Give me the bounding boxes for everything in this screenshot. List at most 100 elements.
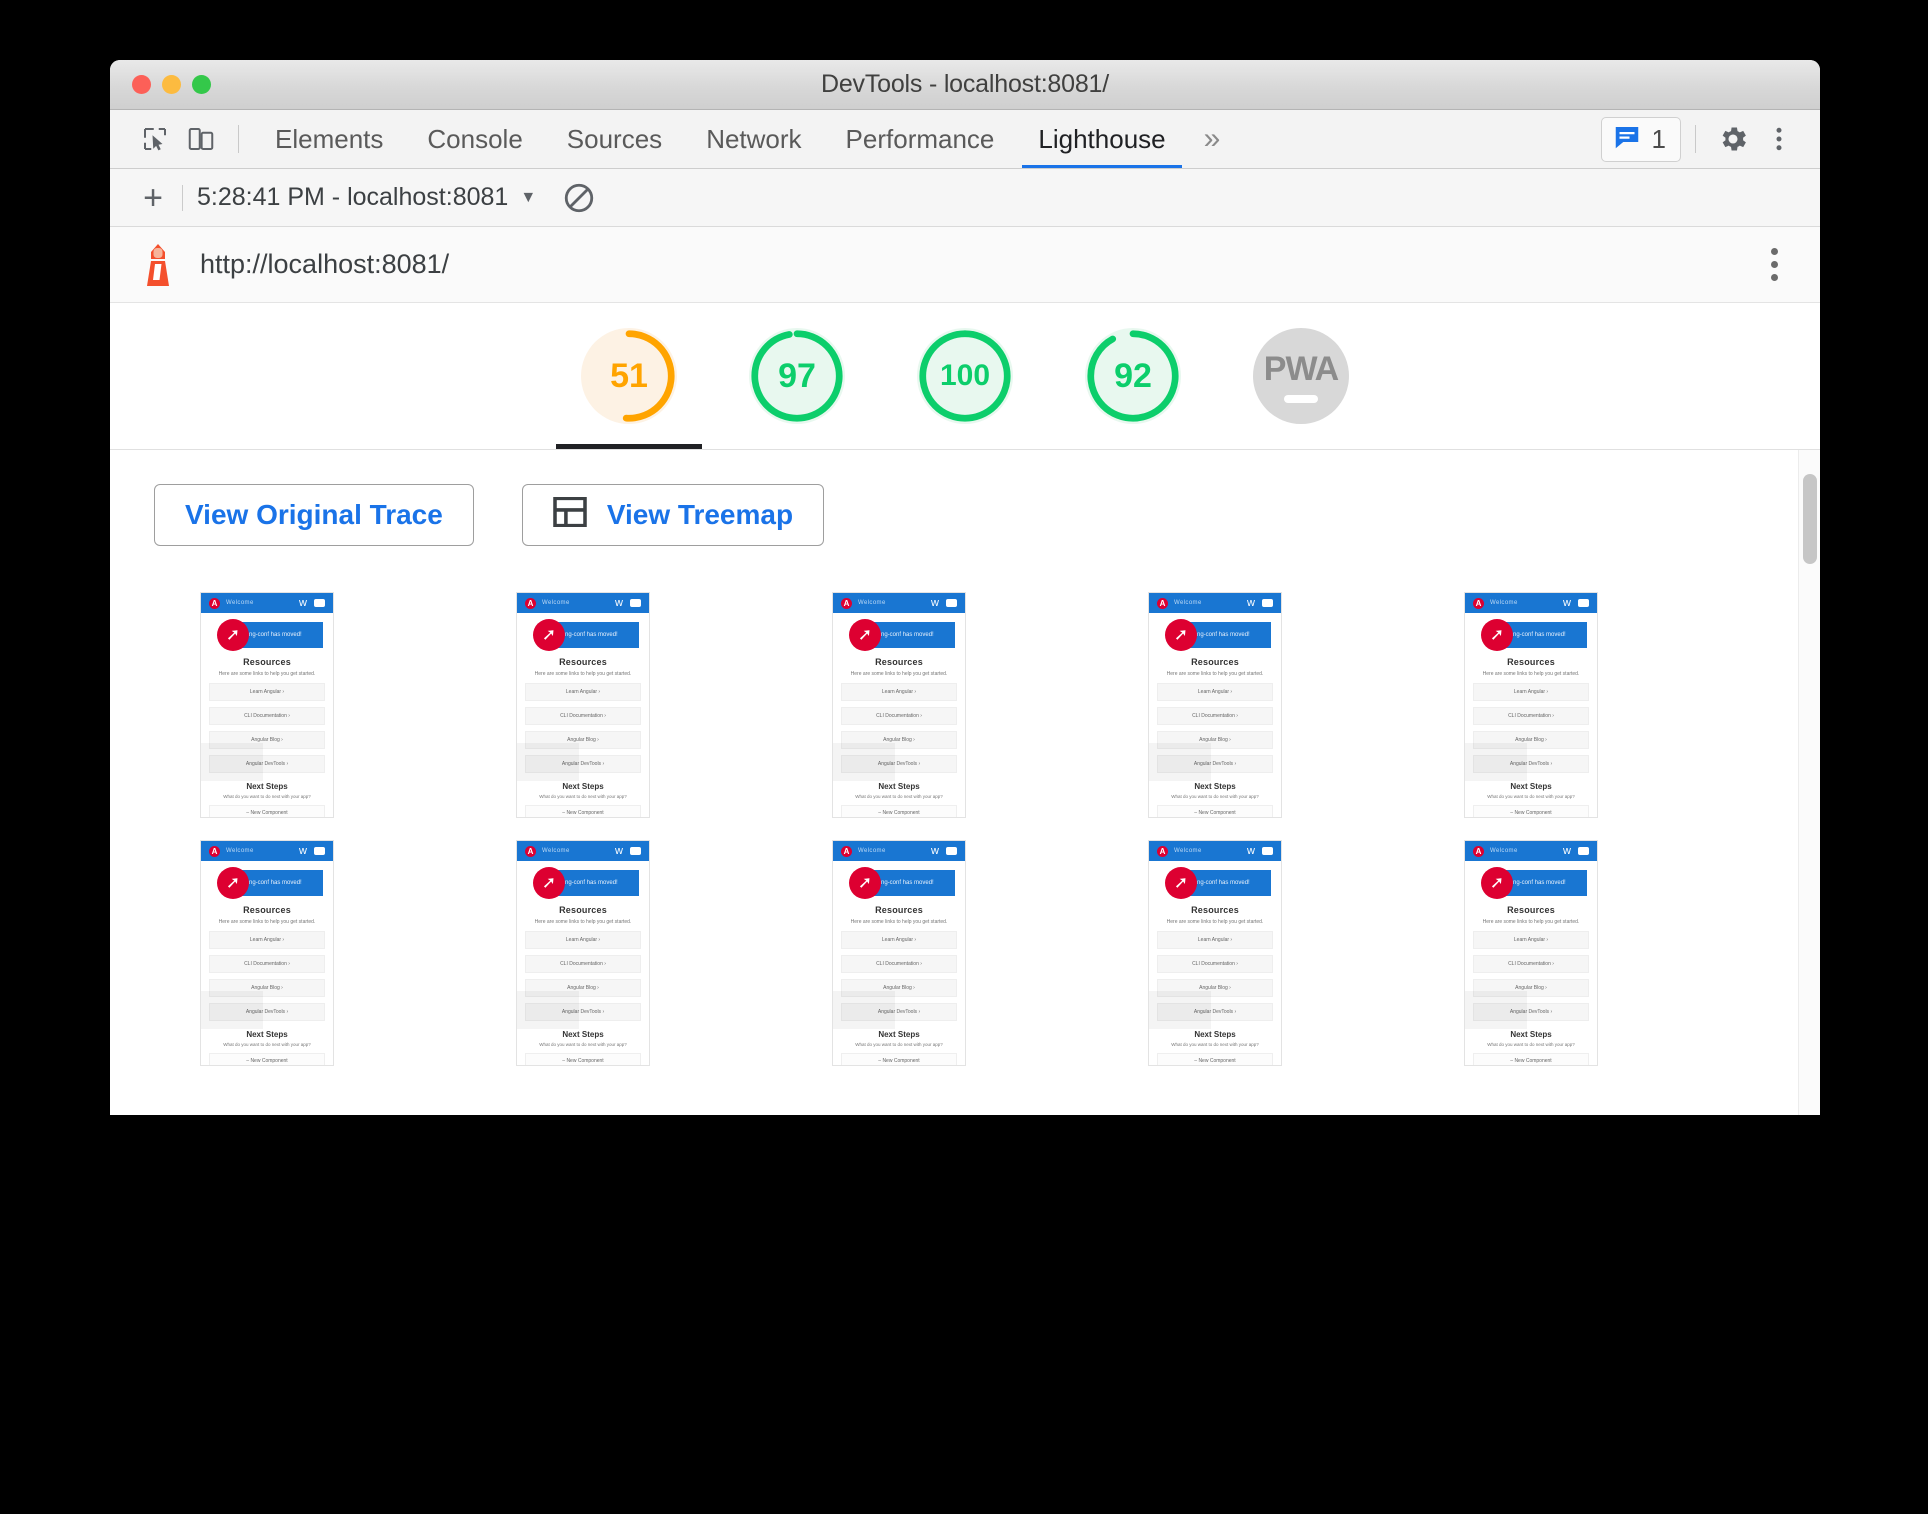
frame-appbar: A Welcome w	[517, 841, 649, 861]
frame-next-card: – New Component	[209, 805, 325, 817]
frame-heading: Resources	[875, 905, 923, 915]
filmstrip-frame[interactable]: A Welcome w ng-conf has moved! ➚ Resources Her…	[1148, 592, 1282, 818]
frame-resource-card: CLI Documentation ›	[209, 955, 325, 973]
frame-next-heading: Next Steps	[1194, 782, 1236, 791]
filmstrip-frame[interactable]: A Welcome w ng-conf has moved! ➚ Resources Her…	[516, 840, 650, 1066]
filmstrip-cell: A Welcome w ng-conf has moved! ➚ Resources Her…	[1148, 840, 1464, 1066]
tab-lighthouse[interactable]: Lighthouse	[1016, 110, 1187, 168]
tab-elements[interactable]: Elements	[253, 110, 405, 168]
view-treemap-button[interactable]: View Treemap	[521, 484, 825, 546]
gauge-accessibility[interactable]: 97	[742, 303, 852, 449]
treemap-icon	[553, 496, 587, 534]
filmstrip-frame[interactable]: A Welcome w ng-conf has moved! ➚ Resources Her…	[1464, 840, 1598, 1066]
filmstrip-cell: A Welcome w ng-conf has moved! ➚ Resources Her…	[832, 840, 1148, 1066]
youtube-icon	[1578, 599, 1589, 607]
frame-resource-card: Learn Angular ›	[1157, 931, 1273, 949]
filmstrip-frame[interactable]: A Welcome w ng-conf has moved! ➚ Resources Her…	[1464, 592, 1598, 818]
frame-heading: Resources	[875, 657, 923, 667]
frame-appbar: A Welcome w	[517, 593, 649, 613]
rocket-icon: ➚	[533, 867, 565, 899]
clear-all-icon[interactable]	[562, 181, 596, 215]
filmstrip-frame[interactable]: A Welcome w ng-conf has moved! ➚ Resources Her…	[1148, 840, 1282, 1066]
chevron-down-icon: ▼	[520, 188, 537, 206]
rocket-icon: ➚	[849, 867, 881, 899]
filmstrip-cell: A Welcome w ng-conf has moved! ➚ Resources Her…	[1464, 840, 1780, 1066]
pwa-null-dash-icon	[1284, 394, 1318, 403]
frame-appbar: A Welcome w	[833, 593, 965, 613]
gauge-best-practices[interactable]: 100	[910, 303, 1020, 449]
frame-shade	[201, 991, 263, 1029]
frame-next-sub: What do you want to do next with your ap…	[1171, 1042, 1259, 1047]
tab-network[interactable]: Network	[684, 110, 823, 168]
frame-brand: Welcome	[1490, 848, 1518, 854]
gauge-score-best-practices: 100	[939, 359, 991, 392]
filmstrip-cell: A Welcome w ng-conf has moved! ➚ Resources Her…	[1464, 592, 1780, 818]
tab-console[interactable]: Console	[405, 110, 544, 168]
twitter-icon: w	[1247, 596, 1255, 609]
gear-icon[interactable]	[1710, 116, 1756, 162]
filmstrip-frame[interactable]: A Welcome w ng-conf has moved! ➚ Resources Her…	[832, 592, 966, 818]
rocket-icon: ➚	[1481, 619, 1513, 651]
window-title: DevTools - localhost:8081/	[820, 70, 1109, 98]
twitter-icon: w	[931, 596, 939, 609]
gauge-pwa[interactable]: PWA	[1246, 303, 1356, 449]
frame-appbar: A Welcome w	[1149, 841, 1281, 861]
frame-shade	[517, 743, 579, 781]
tab-sources[interactable]: Sources	[545, 110, 684, 168]
frame-resource-card: CLI Documentation ›	[1157, 955, 1273, 973]
frame-resource-card: Learn Angular ›	[525, 931, 641, 949]
tab-performance[interactable]: Performance	[824, 110, 1017, 168]
report-menu-kebab-icon[interactable]	[1754, 248, 1794, 281]
main-menu-kebab-icon[interactable]	[1756, 116, 1802, 162]
frame-subheading: Here are some links to help you get star…	[850, 671, 948, 677]
device-toolbar-icon[interactable]	[178, 116, 224, 162]
filmstrip-frame[interactable]: A Welcome w ng-conf has moved! ➚ Resources Her…	[200, 840, 334, 1066]
filmstrip-frame[interactable]: A Welcome w ng-conf has moved! ➚ Resources Her…	[832, 840, 966, 1066]
frame-next-sub: What do you want to do next with your ap…	[1487, 794, 1575, 799]
twitter-icon: w	[1563, 844, 1571, 857]
twitter-icon: w	[931, 844, 939, 857]
issues-button[interactable]: 1	[1600, 116, 1681, 162]
report-scrollbar[interactable]	[1798, 450, 1820, 1115]
frame-brand: Welcome	[858, 600, 886, 606]
report-select[interactable]: 5:28:41 PM - localhost:8081 ▼	[197, 183, 536, 212]
frame-shade	[517, 991, 579, 1029]
filmstrip-frame[interactable]: A Welcome w ng-conf has moved! ➚ Resources Her…	[200, 592, 334, 818]
rocket-icon: ➚	[217, 619, 249, 651]
new-report-button[interactable]: +	[130, 181, 176, 215]
filmstrip-frame[interactable]: A Welcome w ng-conf has moved! ➚ Resources Her…	[516, 592, 650, 818]
frame-subheading: Here are some links to help you get star…	[218, 919, 316, 925]
rocket-icon: ➚	[849, 619, 881, 651]
frame-subheading: Here are some links to help you get star…	[534, 919, 632, 925]
frame-shade	[1149, 743, 1211, 781]
twitter-icon: w	[615, 596, 623, 609]
frame-next-heading: Next Steps	[246, 782, 288, 791]
twitter-icon: w	[299, 596, 307, 609]
frame-subheading: Here are some links to help you get star…	[850, 919, 948, 925]
frame-resource-card: Learn Angular ›	[841, 931, 957, 949]
frame-heading: Resources	[559, 905, 607, 915]
frame-shade	[1465, 743, 1527, 781]
gauge-performance[interactable]: 51	[556, 303, 702, 449]
filmstrip: A Welcome w ng-conf has moved! ➚ Resources Her…	[200, 592, 1780, 1066]
filmstrip-cell: A Welcome w ng-conf has moved! ➚ Resources Her…	[516, 592, 832, 818]
inspect-cursor-icon[interactable]	[132, 116, 178, 162]
scrollbar-thumb[interactable]	[1803, 474, 1817, 564]
frame-next-heading: Next Steps	[1510, 1030, 1552, 1039]
angular-logo-icon: A	[841, 597, 852, 609]
more-tabs-icon[interactable]: »	[1188, 110, 1237, 168]
gauge-seo[interactable]: 92	[1078, 303, 1188, 449]
frame-resource-card: Learn Angular ›	[841, 683, 957, 701]
tabbar-actions: 1	[1600, 116, 1802, 162]
view-original-trace-button[interactable]: View Original Trace	[154, 484, 474, 546]
frame-heading: Resources	[559, 657, 607, 667]
angular-logo-icon: A	[841, 845, 852, 857]
gauge-score-performance: 51	[610, 356, 648, 395]
report-url: http://localhost:8081/	[200, 249, 450, 279]
frame-heading: Resources	[243, 905, 291, 915]
frame-heading: Resources	[243, 657, 291, 667]
tabbar-divider	[238, 125, 239, 153]
twitter-icon: w	[615, 844, 623, 857]
frame-brand: Welcome	[858, 848, 886, 854]
youtube-icon	[1262, 847, 1273, 855]
